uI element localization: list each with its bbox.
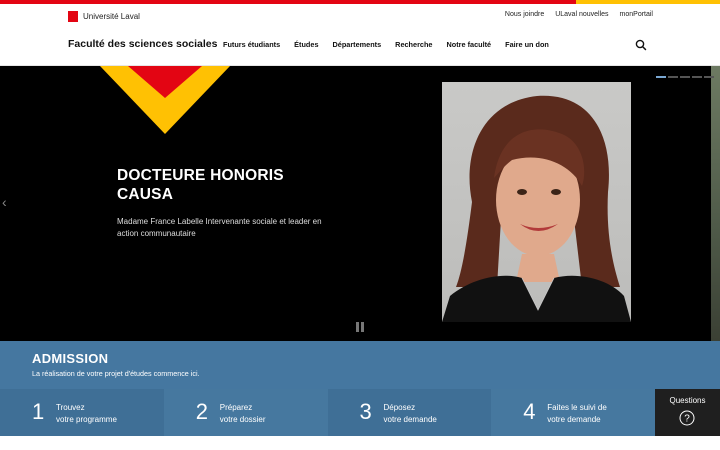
admission-step-4[interactable]: 4 Faites le suivi de votre demande (491, 389, 655, 436)
step-number: 1 (32, 399, 45, 424)
step-number: 3 (359, 399, 372, 424)
admission-step-1[interactable]: 1 Trouvez votre programme (0, 389, 164, 436)
link-nous-joindre[interactable]: Nous joindre (505, 11, 544, 18)
slide-dot-4[interactable] (692, 76, 702, 78)
slide-dot-2[interactable] (668, 76, 678, 78)
menu-etudes[interactable]: Études (294, 40, 318, 49)
slide-dot-3[interactable] (680, 76, 690, 78)
site-title[interactable]: Faculté des sciences sociales (68, 38, 217, 50)
brand-chevron-graphic (100, 66, 230, 134)
questions-button[interactable]: Questions ? (655, 389, 720, 436)
step-label: Préparez votre dossier (219, 403, 266, 424)
step-label: Déposez votre demande (383, 403, 437, 424)
admission-step-2[interactable]: 2 Préparez votre dossier (163, 389, 328, 436)
menu-futurs-etudiants[interactable]: Futurs étudiants (223, 40, 280, 49)
hero-portrait-image (442, 82, 631, 322)
utility-links: Nous joindre ULaval nouvelles monPortail (505, 11, 653, 18)
next-slide-preview[interactable] (711, 66, 720, 341)
slide-dot-1[interactable] (656, 76, 666, 78)
admission-title: ADMISSION (32, 351, 109, 366)
menu-faire-un-don[interactable]: Faire un don (505, 40, 549, 49)
utility-bar: Université Laval Nous joindre ULaval nou… (0, 4, 720, 28)
search-icon[interactable] (634, 38, 648, 52)
step-number: 2 (195, 399, 208, 424)
link-monportail[interactable]: monPortail (620, 11, 653, 18)
ulaval-logo-link[interactable]: Université Laval (68, 11, 140, 22)
ulaval-logo-text: Université Laval (83, 12, 140, 21)
main-navigation: Faculté des sciences sociales Futurs étu… (0, 28, 720, 66)
pause-icon[interactable] (356, 322, 364, 332)
question-mark-icon: ? (679, 410, 695, 426)
hero-title: DOCTEURE HONORIS CAUSA (117, 167, 284, 203)
admission-steps: 1 Trouvez votre programme 2 Préparez votre… (0, 389, 655, 436)
ulaval-logo-icon (68, 11, 78, 22)
main-menu: Futurs étudiants Études Départements Rec… (223, 40, 549, 49)
questions-label: Questions (669, 396, 706, 405)
hero-carousel: DOCTEURE HONORIS CAUSA Madame France Lab… (0, 66, 720, 341)
slide-indicators (656, 76, 714, 78)
admission-section: ADMISSION La réalisation de votre projet… (0, 341, 720, 436)
link-ulaval-nouvelles[interactable]: ULaval nouvelles (555, 11, 608, 18)
step-number: 4 (523, 399, 536, 424)
hero-description: Madame France Labelle Intervenante socia… (117, 217, 322, 238)
previous-slide-arrow-icon[interactable]: ‹ (2, 194, 7, 210)
menu-recherche[interactable]: Recherche (395, 40, 432, 49)
slide-dot-5[interactable] (704, 76, 714, 78)
admission-step-3[interactable]: 3 Déposez votre demande (327, 389, 492, 436)
menu-notre-faculte[interactable]: Notre faculté (447, 40, 492, 49)
svg-text:?: ? (684, 414, 690, 425)
step-label: Faites le suivi de votre demande (547, 403, 607, 424)
menu-departements[interactable]: Départements (333, 40, 382, 49)
admission-subtitle: La réalisation de votre projet d'études … (32, 369, 200, 378)
step-label: Trouvez votre programme (56, 403, 117, 424)
